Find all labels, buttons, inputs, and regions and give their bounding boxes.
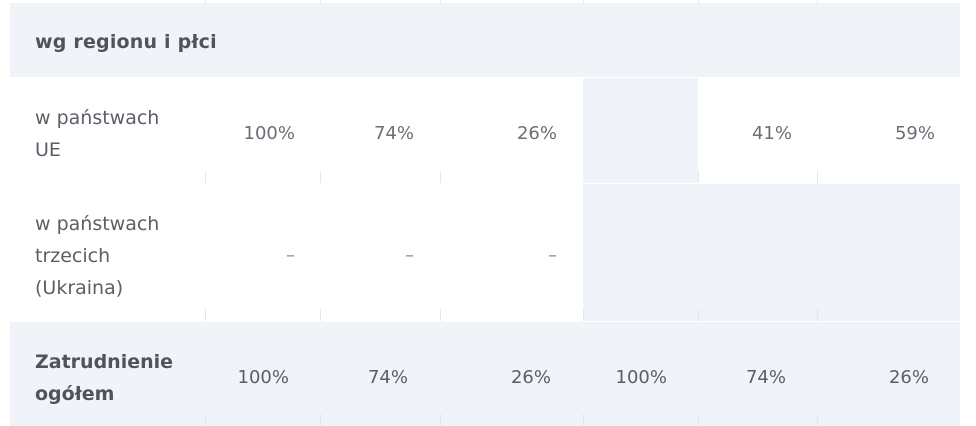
table-row: w państwach UE 100% 74% 26% 41% 59%: [10, 78, 960, 183]
value-cell: 59%: [894, 123, 935, 144]
total-label-line: Zatrudnienie: [35, 351, 174, 373]
employment-table: wg regionu i płci w państwach UE 100% 74…: [10, 0, 960, 426]
column-divider: [817, 414, 818, 426]
column-divider: [205, 414, 206, 426]
column-divider: [440, 414, 441, 426]
row-label: w państwach UE: [35, 102, 159, 166]
value-cell: –: [548, 245, 557, 266]
total-value-cell: 26%: [888, 367, 929, 388]
value-cell: 100%: [243, 123, 295, 144]
column-divider: [440, 309, 441, 321]
value-cell: –: [405, 245, 414, 266]
total-value-cell: 100%: [237, 367, 289, 388]
value-cell: 26%: [516, 123, 557, 144]
total-row: Zatrudnienie ogółem 100% 74% 26% 100% 74…: [10, 322, 960, 426]
column-divider: [698, 414, 699, 426]
column-divider: [320, 309, 321, 321]
total-value-cell: 26%: [510, 367, 551, 388]
shaded-cell: [583, 78, 698, 183]
total-value-cell: 74%: [367, 367, 408, 388]
row-label-line: trzecich: [35, 245, 111, 267]
row-label-line: (Ukraina): [35, 277, 124, 299]
column-divider: [205, 309, 206, 321]
total-value-cell: 100%: [615, 367, 667, 388]
column-divider: [698, 309, 699, 321]
row-label-line: UE: [35, 139, 61, 161]
section-title: wg regionu i płci: [35, 31, 217, 53]
row-label-line: w państwach: [35, 213, 160, 235]
row-label: w państwach trzecich (Ukraina): [35, 208, 159, 304]
column-divider: [817, 171, 818, 183]
total-label: Zatrudnienie ogółem: [35, 346, 173, 410]
column-divider: [440, 171, 441, 183]
total-label-line: ogółem: [35, 383, 115, 405]
total-value-cell: 74%: [745, 367, 786, 388]
value-cell: 41%: [751, 123, 792, 144]
table-row: w państwach trzecich (Ukraina) – – –: [10, 184, 960, 321]
section-header-row: wg regionu i płci: [10, 3, 960, 77]
column-divider: [320, 414, 321, 426]
column-divider: [583, 414, 584, 426]
shaded-cell: [583, 184, 960, 321]
value-cell: –: [286, 245, 295, 266]
column-divider: [205, 171, 206, 183]
value-cell: 74%: [373, 123, 414, 144]
column-divider: [320, 171, 321, 183]
column-divider: [583, 309, 584, 321]
column-divider: [698, 171, 699, 183]
column-divider: [817, 309, 818, 321]
row-label-line: w państwach: [35, 107, 160, 129]
